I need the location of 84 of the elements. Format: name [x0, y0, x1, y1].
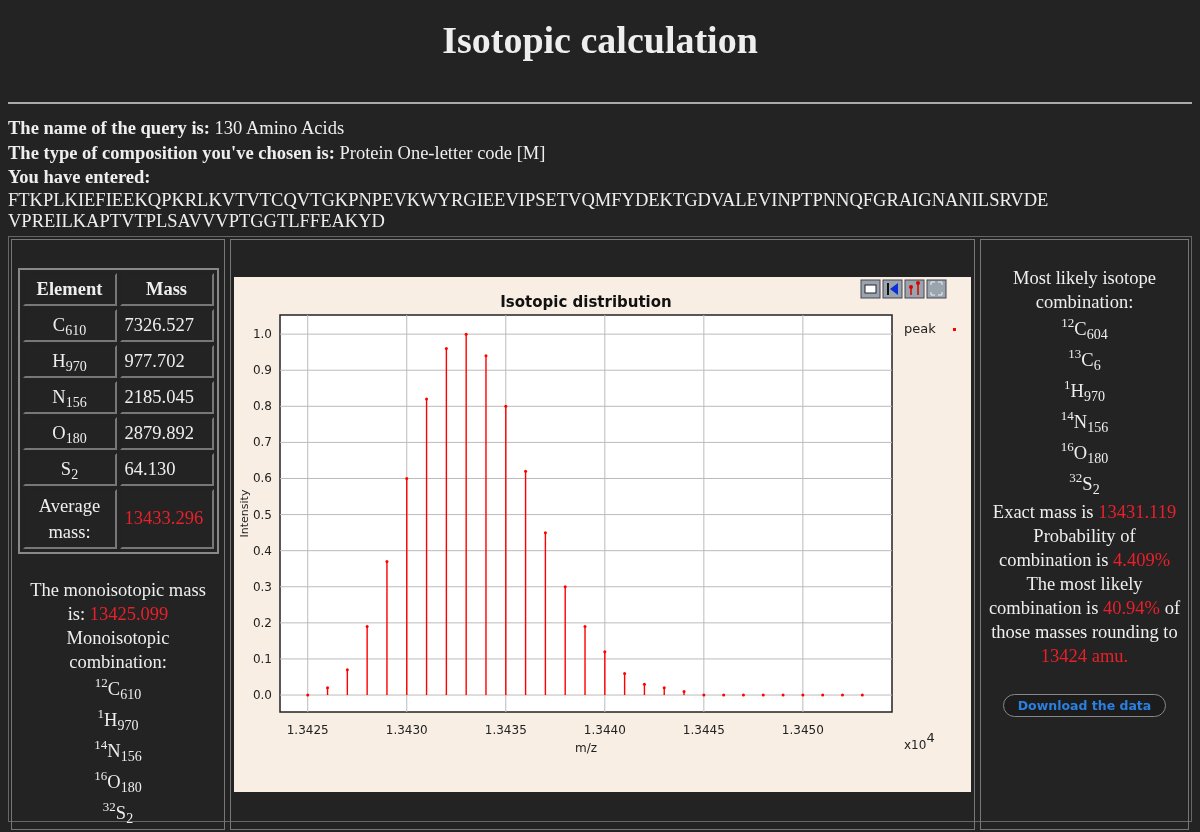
axis-tick-label: 0.2	[252, 615, 272, 630]
peak-stem	[345, 667, 349, 695]
field-label: You have entered:	[8, 167, 151, 187]
table-cell: S$_{2}$	[22, 452, 117, 486]
sequence-text: FTKPLKIEFIEEKQPKRLKVTVTCQVTGKPNPEVKWYRGIEEVIPSETVQMFYDEKTGDVALEVINPTPNNQFGRAIGNANILSRVDE	[8, 189, 1050, 211]
axis-label: Intensity	[238, 489, 251, 537]
axis-tick-label: 1.3435	[484, 722, 527, 737]
axis-tick-label: 1.3430	[385, 722, 428, 737]
column-header: Element	[22, 272, 117, 306]
download-button[interactable]: Download the data	[1002, 693, 1167, 717]
table-cell: 2185.045	[119, 380, 214, 414]
fit-view-icon[interactable]	[926, 279, 947, 298]
axis-tick-label: 0.0	[252, 687, 272, 702]
isotope-formula: $^{14}$N$_{156}$	[94, 736, 142, 767]
isotope-formula: $^{1}$H$_{970}$	[97, 705, 139, 736]
axis-tick-label: 1.0	[252, 326, 272, 341]
table-cell: Average mass:	[22, 488, 117, 549]
monoisotopic-mass-text: The monoisotopic mass is: 13425.099	[29, 578, 207, 626]
table-cell: H$_{970}$	[22, 344, 117, 378]
axis-tick-label: 1.3445	[682, 722, 725, 737]
axis-tick-label: 0.3	[252, 579, 272, 594]
axis-tick-label: 0.8	[252, 398, 272, 413]
peak-stem	[365, 624, 369, 695]
axis-tick-label: 0.9	[252, 362, 272, 377]
peak-stem	[583, 624, 587, 695]
table-cell: 7326.527	[119, 308, 214, 342]
result-text: The most likely combination is 40.94% of those masses rounding to 13424 amu.	[987, 572, 1182, 668]
table-cell: 977.702	[119, 344, 214, 378]
peak-stem	[781, 693, 785, 697]
isotope-formula: $^{13}$C$_{6}$	[1068, 345, 1101, 376]
peak-stem	[722, 693, 726, 697]
table-cell: O$_{180}$	[22, 416, 117, 450]
axis-tick-label: 0.7	[252, 434, 272, 449]
field-value: 130 Amino Acids	[214, 118, 345, 138]
isotope-formula: $^{32}$S$_{2}$	[1069, 469, 1100, 500]
axis-tick-label: 1.3440	[583, 722, 626, 737]
legend-label: peak	[904, 320, 936, 336]
column-header: Mass	[119, 272, 214, 306]
axis-tick-label: 0.4	[252, 543, 272, 558]
skip-back-icon[interactable]	[882, 279, 903, 298]
axis-tick-label: 1.3425	[286, 722, 329, 737]
peak-stem	[623, 671, 627, 695]
isotope-formula: $^{12}$C$_{610}$	[94, 674, 142, 705]
result-text: Probability of combination is 4.409%	[997, 524, 1172, 572]
axis-tick-label: 0.6	[252, 471, 272, 485]
peak-stem	[682, 689, 686, 695]
page-title: Isotopic calculation	[441, 18, 759, 63]
isotope-formula: $^{16}$O$_{180}$	[1060, 438, 1109, 469]
axis-tick-label: 0.1	[252, 651, 272, 666]
result-text: Exact mass is 13431.119	[991, 500, 1178, 524]
isotope-formula: $^{1}$H$_{970}$	[1064, 376, 1105, 407]
field-label: The type of composition you've chosen is:	[8, 142, 335, 163]
peak-stem	[821, 693, 825, 697]
table-cell: C$_{610}$	[22, 308, 117, 342]
axis-label: m/z	[575, 740, 597, 755]
peak-stem	[741, 693, 745, 697]
peak-stem	[702, 693, 706, 697]
table-cell: N$_{156}$	[22, 380, 117, 414]
peak-stem	[841, 693, 844, 697]
isotope-formula: $^{14}$N$_{156}$	[1060, 407, 1109, 438]
axis-tick-label: 1.3450	[781, 722, 824, 737]
legend-marker	[953, 327, 956, 331]
sequence-text: VPREILKAPTVTPLSAVVVPTGGTLFFEAKYD	[8, 210, 386, 232]
printer-icon[interactable]	[860, 279, 881, 298]
combination-heading: Most likely isotope combination:	[1012, 266, 1157, 314]
table-cell: 13433.296	[119, 488, 214, 549]
isotope-formula: $^{32}$S$_{2}$	[102, 798, 134, 829]
field-label: The name of the query is:	[8, 118, 210, 138]
combination-label: Monoisotopic combination:	[65, 626, 171, 674]
chart-title: Isotopic distribution	[500, 292, 672, 311]
table-cell: 64.130	[119, 452, 214, 486]
axis-tick-label: 0.5	[252, 507, 272, 522]
table-cell: 2879.892	[119, 416, 214, 450]
peak-stem	[761, 693, 765, 697]
peak-stem	[326, 685, 330, 695]
isotope-formula: $^{12}$C$_{604}$	[1061, 314, 1108, 345]
peak-stem	[642, 682, 646, 695]
peak-stem	[306, 693, 310, 697]
peak-stem	[801, 693, 805, 697]
peak-stem	[603, 649, 607, 695]
peak-stem	[662, 685, 666, 695]
isotope-formula: $^{16}$O$_{180}$	[94, 767, 142, 798]
field-value: Protein One-letter code [M]	[339, 142, 546, 163]
peak-stem	[860, 693, 864, 697]
